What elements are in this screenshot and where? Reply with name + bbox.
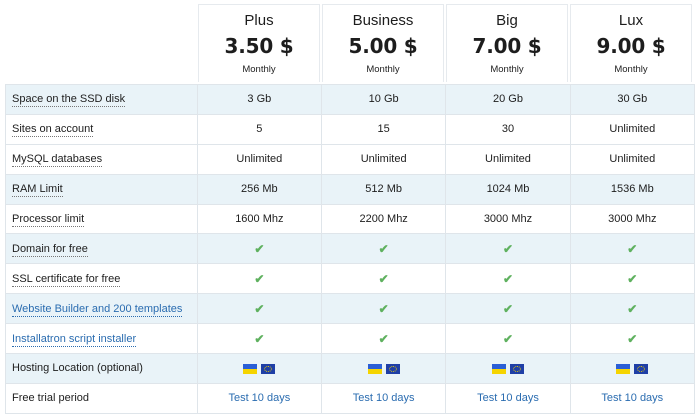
table-cell: 512 Mb (320, 173, 446, 205)
eu-flag-icon[interactable] (385, 363, 400, 374)
table-cell: 1536 Mb (569, 173, 696, 205)
checkmark-icon: ✔ (378, 301, 389, 316)
plan-price: 5.00 $ (348, 34, 418, 58)
trial-link[interactable]: Test 10 days (353, 392, 415, 404)
checkmark-icon: ✔ (378, 241, 389, 256)
plan-name: Big (496, 12, 518, 29)
table-row: Hosting Location (optional) (5, 353, 696, 384)
ukraine-flag-icon[interactable] (616, 363, 631, 374)
installatron-link[interactable]: Installatron script installer (12, 332, 137, 347)
feature-label: Hosting Location (optional) (12, 362, 143, 375)
table-cell: 10 Gb (320, 84, 446, 115)
plan-name: Lux (618, 12, 644, 29)
trial-link[interactable]: Test 10 days (228, 392, 290, 404)
checkmark-icon: ✔ (254, 271, 265, 286)
checkmark-icon: ✔ (378, 271, 389, 286)
plan-period: Monthly (366, 64, 400, 75)
plan-header-plus: Plus 3.50 $ Monthly (198, 4, 320, 82)
plan-header-big: Big 7.00 $ Monthly (446, 4, 568, 82)
checkmark-icon: ✔ (627, 271, 638, 286)
table-cell: 30 Gb (569, 84, 696, 115)
table-row: Processor limit 1600 Mhz 2200 Mhz 3000 M… (5, 203, 696, 234)
table-row: Website Builder and 200 templates ✔ ✔ ✔ … (5, 293, 696, 324)
feature-label[interactable]: Space on the SSD disk (12, 93, 126, 108)
trial-link[interactable]: Test 10 days (601, 392, 663, 404)
plan-header-business: Business 5.00 $ Monthly (322, 4, 444, 82)
table-cell: Unlimited (569, 143, 696, 175)
checkmark-icon: ✔ (502, 271, 513, 286)
table-cell: 3000 Mhz (445, 203, 571, 234)
table-cell: 2200 Mhz (320, 203, 446, 234)
ukraine-flag-icon[interactable] (243, 363, 258, 374)
table-row: Installatron script installer ✔ ✔ ✔ ✔ (5, 323, 696, 354)
table-row: Free trial period Test 10 days Test 10 d… (5, 382, 696, 414)
table-row: Sites on account 5 15 30 Unlimited (5, 113, 696, 145)
checkmark-icon: ✔ (378, 331, 389, 346)
feature-label: Free trial period (12, 392, 90, 405)
table-row: Domain for free ✔ ✔ ✔ ✔ (5, 233, 696, 264)
table-cell: 30 (445, 113, 571, 145)
ukraine-flag-icon[interactable] (491, 363, 506, 374)
plan-period: Monthly (242, 64, 276, 75)
eu-flag-icon[interactable] (509, 363, 524, 374)
checkmark-icon: ✔ (254, 331, 265, 346)
ukraine-flag-icon[interactable] (367, 363, 382, 374)
feature-label[interactable]: RAM Limit (12, 183, 63, 198)
checkmark-icon: ✔ (627, 301, 638, 316)
plan-period: Monthly (490, 64, 524, 75)
table-cell: 3000 Mhz (569, 203, 696, 234)
plan-name: Plus (244, 12, 274, 29)
plan-name: Business (352, 12, 414, 29)
table-cell: 256 Mb (196, 173, 322, 205)
trial-link[interactable]: Test 10 days (477, 392, 539, 404)
table-row: Space on the SSD disk 3 Gb 10 Gb 20 Gb 3… (5, 84, 696, 115)
pricing-comparison: Plus 3.50 $ Monthly Business 5.00 $ Mont… (0, 0, 699, 418)
table-cell: 5 (196, 113, 322, 145)
table-cell: Unlimited (196, 143, 322, 175)
table-row: SSL certificate for free ✔ ✔ ✔ ✔ (5, 263, 696, 294)
table-cell: Unlimited (445, 143, 571, 175)
checkmark-icon: ✔ (502, 241, 513, 256)
eu-flag-icon[interactable] (261, 363, 276, 374)
table-row: MySQL databases Unlimited Unlimited Unli… (5, 143, 696, 175)
table-cell: 15 (320, 113, 446, 145)
checkmark-icon: ✔ (502, 331, 513, 346)
plan-price: 9.00 $ (596, 34, 666, 58)
plan-price: 7.00 $ (472, 34, 542, 58)
table-cell: 20 Gb (445, 84, 571, 115)
feature-label[interactable]: Sites on account (12, 123, 94, 138)
checkmark-icon: ✔ (254, 301, 265, 316)
features-table: Space on the SSD disk 3 Gb 10 Gb 20 Gb 3… (5, 84, 696, 414)
table-cell: Unlimited (320, 143, 446, 175)
plan-price: 3.50 $ (224, 34, 294, 58)
table-cell: 1024 Mb (445, 173, 571, 205)
plan-period: Monthly (614, 64, 648, 75)
website-builder-link[interactable]: Website Builder and 200 templates (12, 302, 183, 317)
checkmark-icon: ✔ (502, 301, 513, 316)
feature-label[interactable]: Domain for free (12, 242, 88, 257)
table-row: RAM Limit 256 Mb 512 Mb 1024 Mb 1536 Mb (5, 173, 696, 205)
table-cell: 1600 Mhz (196, 203, 322, 234)
checkmark-icon: ✔ (627, 331, 638, 346)
feature-label[interactable]: MySQL databases (12, 153, 103, 168)
plan-header-lux: Lux 9.00 $ Monthly (570, 4, 692, 82)
feature-label[interactable]: SSL certificate for free (12, 272, 121, 287)
table-cell: Unlimited (569, 113, 696, 145)
checkmark-icon: ✔ (254, 241, 265, 256)
table-cell: 3 Gb (196, 84, 322, 115)
feature-label[interactable]: Processor limit (12, 213, 85, 227)
checkmark-icon: ✔ (627, 241, 638, 256)
eu-flag-icon[interactable] (634, 363, 649, 374)
